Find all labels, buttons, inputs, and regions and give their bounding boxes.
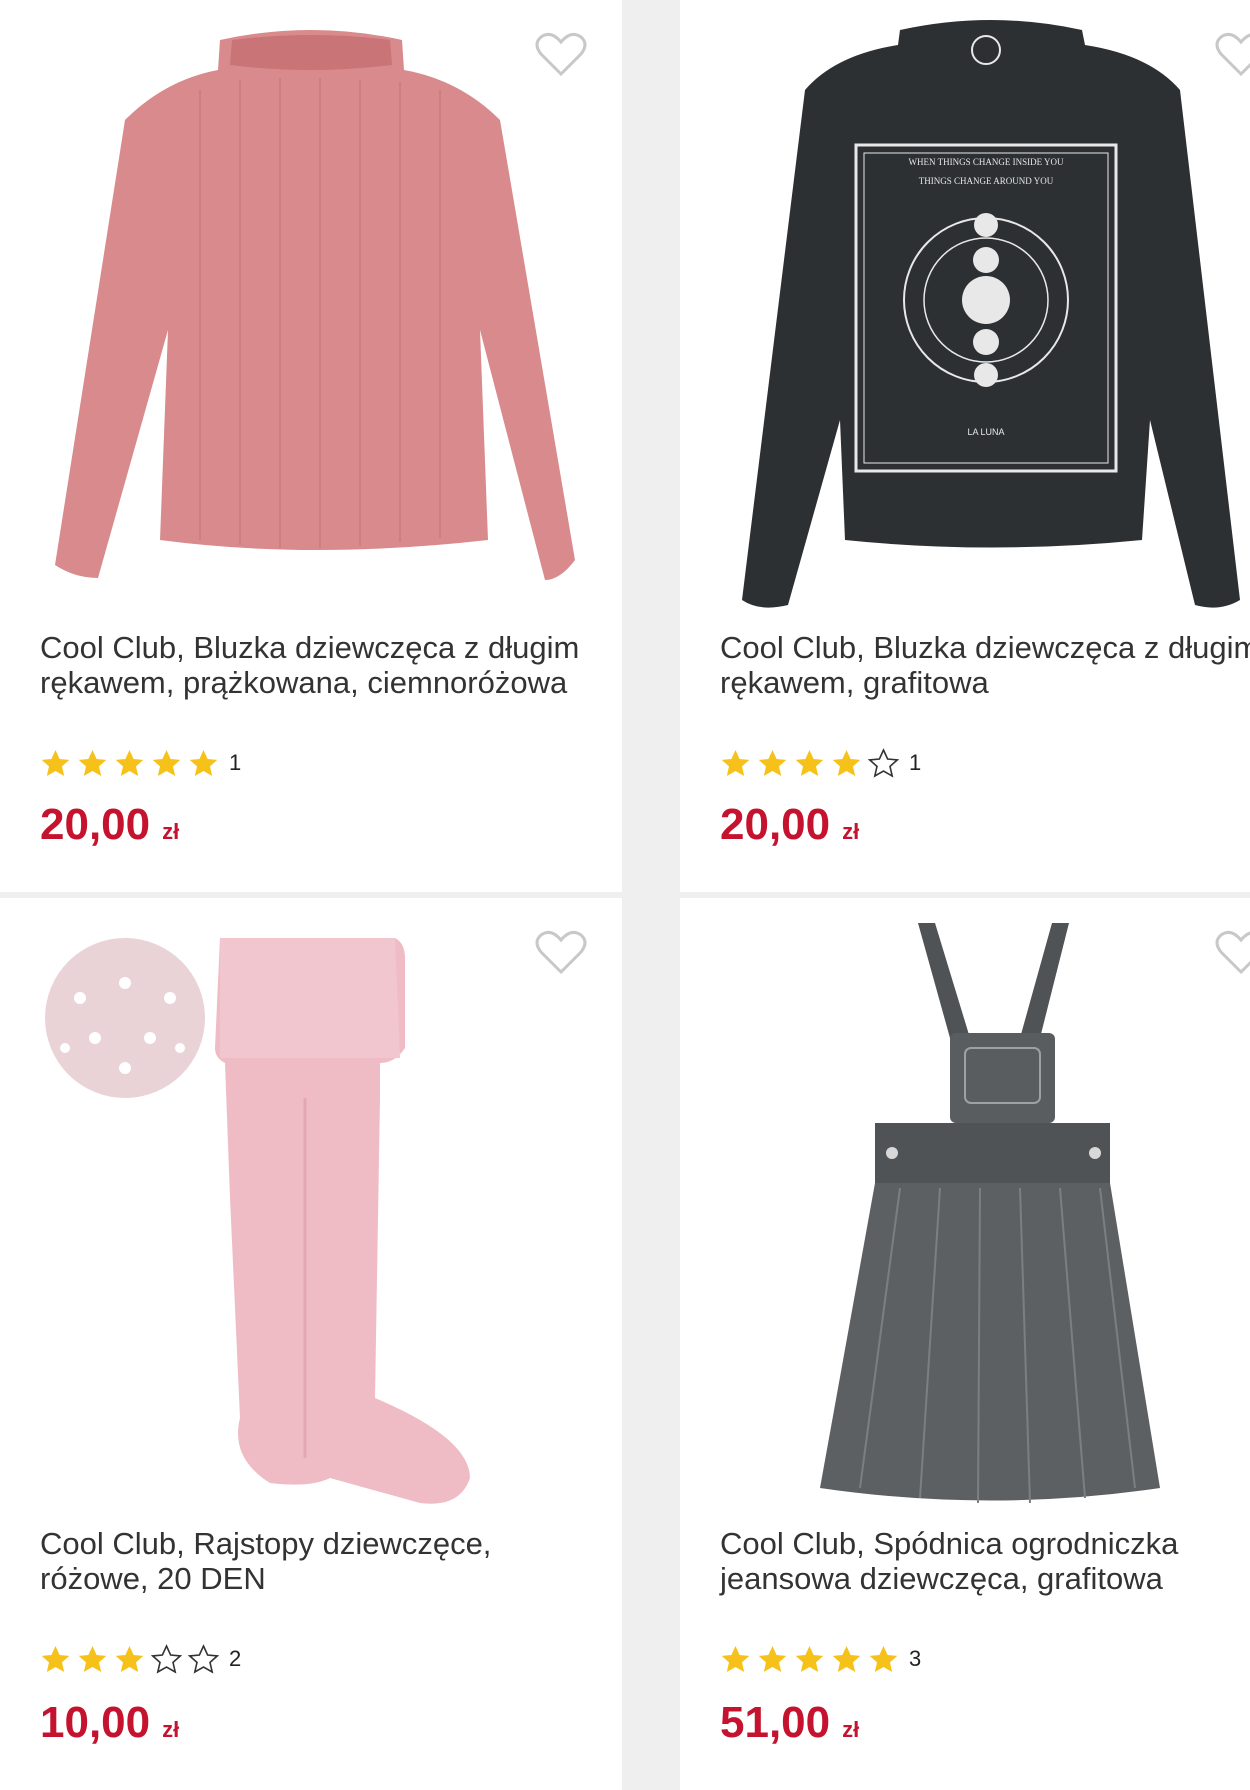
star-filled-icon <box>78 1645 107 1672</box>
review-count: 1 <box>229 750 242 775</box>
product-title[interactable]: Cool Club, Rajstopy dziewczęce, różowe, … <box>40 1526 600 1596</box>
star-filled-icon <box>758 749 787 776</box>
star-filled-icon <box>869 1645 898 1672</box>
product-rating: 2 <box>40 1642 241 1676</box>
product-title[interactable]: Cool Club, Bluzka dziewczęca z długim rę… <box>40 630 600 700</box>
star-filled-icon <box>721 749 750 776</box>
product-title[interactable]: Cool Club, Spódnica ogrodniczka jeansowa… <box>720 1526 1250 1596</box>
star-filled-icon <box>41 1645 70 1672</box>
print-line-3: LA LUNA <box>967 427 1004 437</box>
star-filled-icon <box>832 749 861 776</box>
star-empty-icon <box>868 747 899 778</box>
price-currency: zł <box>842 1717 860 1742</box>
review-count: 3 <box>909 1646 922 1671</box>
price-currency: zł <box>842 819 860 844</box>
print-line-1: WHEN THINGS CHANGE INSIDE YOU <box>909 157 1064 167</box>
star-empty-icon <box>188 1643 219 1674</box>
star-filled-icon <box>832 1645 861 1672</box>
star-filled-icon <box>78 749 107 776</box>
product-image[interactable] <box>0 898 622 1518</box>
product-image[interactable]: WHEN THINGS CHANGE INSIDE YOU THINGS CHA… <box>680 0 1250 620</box>
product-rating: 3 <box>720 1642 921 1676</box>
product-card[interactable]: Cool Club, Rajstopy dziewczęce, różowe, … <box>0 898 622 1790</box>
product-card[interactable]: Cool Club, Bluzka dziewczęca z długim rę… <box>0 0 622 892</box>
product-price: 51,00 zł <box>720 1698 859 1748</box>
wishlist-heart-icon[interactable] <box>535 32 587 78</box>
price-currency: zł <box>162 1717 180 1742</box>
product-title[interactable]: Cool Club, Bluzka dziewczęca z długim rę… <box>720 630 1250 700</box>
star-filled-icon <box>795 1645 824 1672</box>
print-line-2: THINGS CHANGE AROUND YOU <box>919 176 1054 186</box>
product-image[interactable] <box>680 898 1250 1518</box>
price-amount: 10,00 <box>40 1698 151 1747</box>
star-filled-icon <box>189 749 218 776</box>
star-empty-icon <box>151 1643 182 1674</box>
star-filled-icon <box>721 1645 750 1672</box>
product-rating: 1 <box>720 746 921 780</box>
product-rating: 1 <box>40 746 241 780</box>
price-amount: 20,00 <box>720 800 831 849</box>
product-image[interactable] <box>0 0 622 620</box>
product-card[interactable]: Cool Club, Spódnica ogrodniczka jeansowa… <box>680 898 1250 1790</box>
star-filled-icon <box>115 1645 144 1672</box>
product-card[interactable]: WHEN THINGS CHANGE INSIDE YOU THINGS CHA… <box>680 0 1250 892</box>
star-filled-icon <box>152 749 181 776</box>
product-price: 10,00 zł <box>40 1698 179 1748</box>
price-amount: 20,00 <box>40 800 151 849</box>
star-filled-icon <box>758 1645 787 1672</box>
star-filled-icon <box>41 749 70 776</box>
wishlist-heart-icon[interactable] <box>1215 930 1250 976</box>
star-filled-icon <box>795 749 824 776</box>
product-price: 20,00 zł <box>720 800 859 850</box>
review-count: 1 <box>909 750 922 775</box>
wishlist-heart-icon[interactable] <box>1215 32 1250 78</box>
review-count: 2 <box>229 1646 242 1671</box>
product-grid: Cool Club, Bluzka dziewczęca z długim rę… <box>0 0 1250 1790</box>
price-amount: 51,00 <box>720 1698 831 1747</box>
star-filled-icon <box>115 749 144 776</box>
price-currency: zł <box>162 819 180 844</box>
wishlist-heart-icon[interactable] <box>535 930 587 976</box>
product-price: 20,00 zł <box>40 800 179 850</box>
